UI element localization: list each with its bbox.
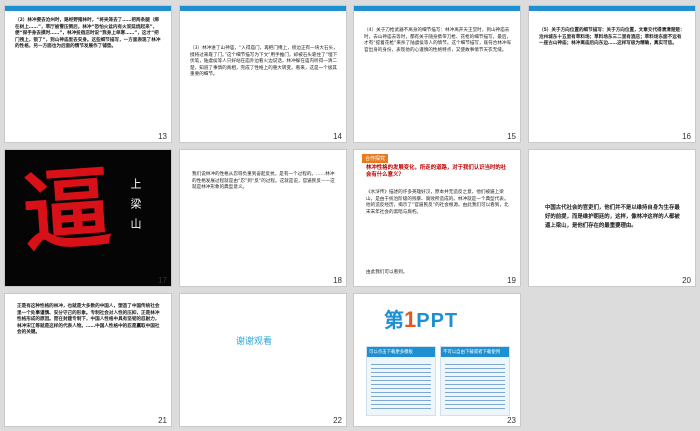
slide-thumbnail-20[interactable]: 中国古代社会的官吏们，他们并不是以维持自身为生存最好的前提，而是维护朝廷的，这样… xyxy=(528,149,696,287)
slide-body-text: 《水浒传》描述的许多英雄好汉，原本并无造反之意，他们被逼上梁山，是由于统治阶级的… xyxy=(366,190,509,215)
calligraphy-character: 逼 xyxy=(19,155,115,265)
slide-number: 23 xyxy=(507,416,516,425)
slide-number: 13 xyxy=(158,132,167,141)
slide-body-text: （2）林冲要去沧州时，路经野猪林时，“将夹笼去了……把两条腿（绑在树上……”，草… xyxy=(15,18,161,50)
slide-number: 19 xyxy=(507,276,516,285)
slide-number: 17 xyxy=(158,276,167,285)
slide-accent-bar xyxy=(5,6,171,11)
slide-body-text: （4）关于刀枪武器不离身的细节描写：林冲离开天王堂时，到山神庙去时，去山神庙去等… xyxy=(364,28,512,53)
info-box-left-lines xyxy=(371,361,431,411)
logo-ppt: PPT xyxy=(416,310,459,332)
section-tag: 合作探究 xyxy=(362,154,389,163)
ppt-logo: 第1PPT xyxy=(384,304,458,332)
info-box-left-header: 可以点击下载更多模板 xyxy=(367,347,435,357)
slide-thumbnail-13[interactable]: （2）林冲要去沧州时，路经野猪林时，“将夹笼去了……把两条腿（绑在树上……”，草… xyxy=(4,5,172,143)
thanks-text: 谢谢观看 xyxy=(236,337,273,347)
slide-number: 20 xyxy=(682,276,691,285)
slide-thumbnail-17[interactable]: 逼 上梁山 17 xyxy=(4,149,172,287)
slide-thumbnail-21[interactable]: 正是有这种性格的林冲，也就是大多数的中国人，塑造了中国传统社会里一个处事谨慎、安… xyxy=(4,293,172,427)
slide-body-text: 我们说林冲的性格从忍辱负重到奋起反抗，是有一个过程的。……林冲的性格发展过程就是… xyxy=(192,172,335,191)
slide-body-text: （3）林冲进了山神庙，“入得庙门，再把门掩上，傍边正有一块大石头，掇将过来靠了门… xyxy=(190,46,338,78)
slide-thumbnail-16[interactable]: （5）关于方向位置的细节描写：关于方向位置，文章交代得清清楚楚：沧州城东十五里有… xyxy=(528,5,696,143)
info-box-right-lines xyxy=(445,361,505,411)
slide-number: 22 xyxy=(333,416,342,425)
slide-number: 15 xyxy=(507,132,516,141)
slide-number: 14 xyxy=(333,132,342,141)
slide-conclusion: 由此我们可以看到。 xyxy=(366,270,408,275)
slide-body-text: （5）关于方向位置的细节描写：关于方向位置，文章交代得清清楚楚：沧州城东十五里有… xyxy=(539,28,685,47)
info-box-right-header: 不可以自由下载或者下载使用 xyxy=(441,347,509,357)
slide-body-text: 中国古代社会的官吏们，他们并不是以维持自身为生存最好的前提，而是维护朝廷的，这样… xyxy=(545,205,680,229)
slide-thumbnail-14[interactable]: （3）林冲进了山神庙，“入得庙门，再把门掩上，傍边正有一块大石头，掇将过来靠了门… xyxy=(179,5,347,143)
logo-prefix: 第 xyxy=(384,308,404,332)
slide-thumbnail-18[interactable]: 我们说林冲的性格从忍辱负重到奋起反抗，是有一个过程的。……林冲的性格发展过程就是… xyxy=(179,149,347,287)
logo-one: 1 xyxy=(404,307,417,332)
slide-question-title: 林冲性格的发展变化，所走的道路，对于我们认识当时的社会有什么意义？ xyxy=(366,165,507,179)
slide-accent-bar xyxy=(180,6,346,11)
slide-accent-bar xyxy=(354,6,520,11)
info-box-right: 不可以自由下载或者下载使用 xyxy=(440,346,510,416)
slide-thumbnail-22[interactable]: 谢谢观看 22 xyxy=(179,293,347,427)
slide-accent-bar xyxy=(529,6,695,11)
slide-thumbnail-15[interactable]: （4）关于刀枪武器不离身的细节描写：林冲离开天王堂时，到山神庙去时，去山神庙去等… xyxy=(353,5,521,143)
slide-body-text: 正是有这种性格的林冲，也就是大多数的中国人，塑造了中国传统社会里一个处事谨慎、安… xyxy=(17,304,160,336)
slide-thumbnail-23[interactable]: 第1PPT 可以点击下载更多模板 不可以自由下载或者下载使用 23 xyxy=(353,293,521,427)
vertical-caption: 上梁山 xyxy=(129,178,142,238)
slide-number: 21 xyxy=(158,416,167,425)
info-box-left: 可以点击下载更多模板 xyxy=(366,346,436,416)
slide-number: 18 xyxy=(333,276,342,285)
slide-number: 16 xyxy=(682,132,691,141)
slide-thumbnail-19[interactable]: 合作探究 林冲性格的发展变化，所走的道路，对于我们认识当时的社会有什么意义？ 《… xyxy=(353,149,521,287)
